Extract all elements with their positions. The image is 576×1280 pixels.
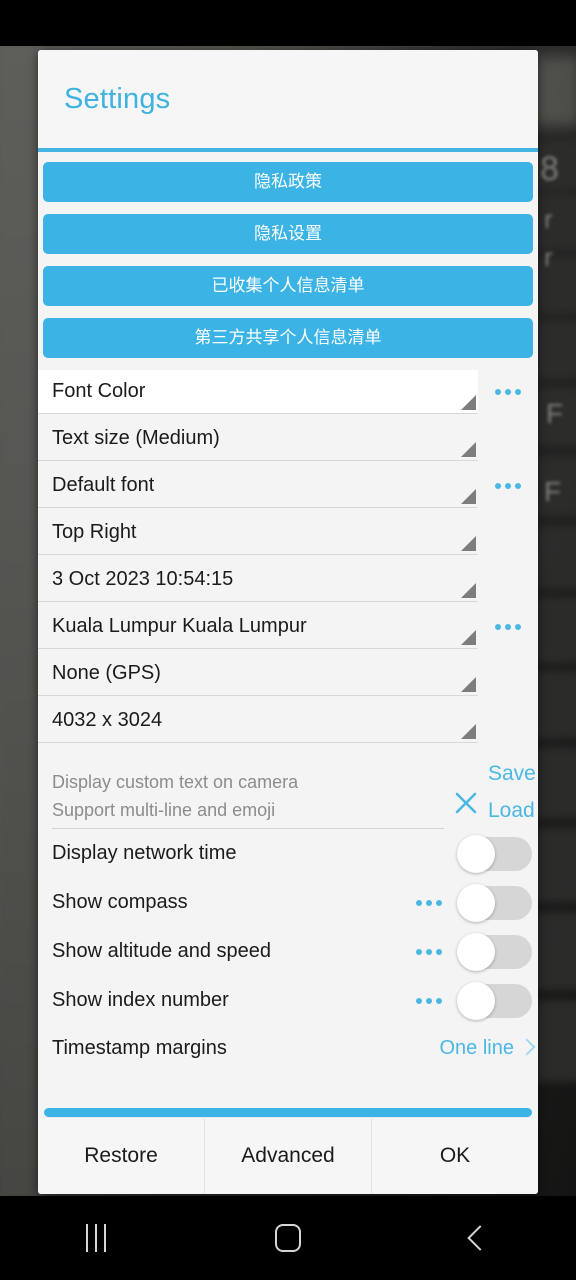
settings-dialog: Settings 隐私政策 隐私设置 已收集个人信息清单 第三方共享个人信息清单… bbox=[38, 50, 538, 1194]
more-options-show-index[interactable] bbox=[400, 976, 458, 1025]
chevron-right-icon bbox=[520, 1037, 534, 1059]
spinner-resolution-value: 4032 x 3024 bbox=[52, 709, 163, 731]
toggle-knob bbox=[457, 883, 495, 922]
privacy-policy-button[interactable]: 隐私政策 bbox=[43, 162, 533, 202]
ok-button[interactable]: OK bbox=[372, 1118, 538, 1194]
spinner-dropdown-icon bbox=[461, 724, 476, 739]
backdrop-glyph: F bbox=[546, 398, 564, 429]
page-title: Settings bbox=[64, 82, 171, 115]
third-party-shared-info-list-button[interactable]: 第三方共享个人信息清单 bbox=[43, 318, 533, 358]
row-timestamp-margins[interactable]: Timestamp margins One line bbox=[38, 1025, 538, 1071]
row-text-size: Text size (Medium) bbox=[38, 417, 538, 461]
backdrop-glyph: 8 bbox=[540, 150, 559, 188]
more-options-location[interactable] bbox=[478, 605, 538, 649]
row-font-family: Default font bbox=[38, 464, 538, 508]
spinner-position[interactable]: Top Right bbox=[38, 511, 478, 555]
spinner-dropdown-icon bbox=[461, 630, 476, 645]
row-resolution: 4032 x 3024 bbox=[38, 699, 538, 743]
toggle-show-index-number[interactable] bbox=[457, 981, 532, 1020]
spinner-font-family[interactable]: Default font bbox=[38, 464, 478, 508]
nav-home-button[interactable] bbox=[192, 1196, 384, 1280]
save-load-group: Save Load bbox=[488, 755, 538, 829]
phone-screen: 8 r r F F Settings 隐私政策 隐私设置 已收集个人信息清单 第… bbox=[0, 0, 576, 1280]
spinner-coordinates-value: None (GPS) bbox=[52, 662, 161, 684]
spinner-resolution[interactable]: 4032 x 3024 bbox=[38, 699, 478, 743]
spinner-coordinates[interactable]: None (GPS) bbox=[38, 652, 478, 696]
custom-text-placeholder-line2: Support multi-line and emoji bbox=[52, 800, 276, 820]
spinner-dropdown-icon bbox=[461, 677, 476, 692]
toggle-knob bbox=[457, 932, 495, 971]
spinner-text-size[interactable]: Text size (Medium) bbox=[38, 417, 478, 461]
spinner-position-value: Top Right bbox=[52, 521, 137, 543]
row-show-index-number[interactable]: Show index number bbox=[38, 976, 538, 1025]
toggle-show-compass[interactable] bbox=[457, 883, 532, 922]
dialog-title-bar: Settings bbox=[38, 50, 538, 148]
row-display-network-time[interactable]: Display network time bbox=[38, 829, 538, 878]
back-icon bbox=[467, 1225, 493, 1251]
backdrop-glyph: r bbox=[544, 204, 553, 234]
toggle-display-network-time[interactable] bbox=[457, 834, 532, 873]
timestamp-margins-label: Timestamp margins bbox=[52, 1036, 227, 1059]
row-datetime: 3 Oct 2023 10:54:15 bbox=[38, 558, 538, 602]
backdrop-glyph: r bbox=[544, 242, 553, 272]
save-button[interactable]: Save bbox=[488, 755, 536, 792]
show-altitude-and-speed-label: Show altitude and speed bbox=[52, 940, 272, 962]
spinner-dropdown-icon bbox=[461, 536, 476, 551]
display-network-time-label: Display network time bbox=[52, 842, 237, 864]
timestamp-margins-value: One line bbox=[439, 1036, 515, 1059]
spinner-dropdown-icon bbox=[461, 489, 476, 504]
spinner-location[interactable]: Kuala Lumpur Kuala Lumpur bbox=[38, 605, 478, 649]
spinner-font-family-value: Default font bbox=[52, 474, 155, 496]
row-location: Kuala Lumpur Kuala Lumpur bbox=[38, 605, 538, 649]
spinner-datetime[interactable]: 3 Oct 2023 10:54:15 bbox=[38, 558, 478, 602]
android-navigation-bar bbox=[0, 1196, 576, 1280]
dialog-body: 隐私政策 隐私设置 已收集个人信息清单 第三方共享个人信息清单 Font Col… bbox=[38, 152, 538, 1108]
dialog-footer: Restore Advanced OK bbox=[38, 1117, 538, 1194]
advanced-button[interactable]: Advanced bbox=[205, 1118, 371, 1194]
spinner-dropdown-icon bbox=[461, 395, 476, 410]
more-options-font-family[interactable] bbox=[478, 464, 538, 508]
row-coordinates: None (GPS) bbox=[38, 652, 538, 696]
more-options-show-compass[interactable] bbox=[400, 878, 458, 927]
toggle-knob bbox=[457, 834, 495, 873]
load-button[interactable]: Load bbox=[488, 792, 535, 829]
spinner-location-value: Kuala Lumpur Kuala Lumpur bbox=[52, 615, 307, 637]
spinner-font-color[interactable]: Font Color bbox=[38, 370, 478, 414]
nav-recents-button[interactable] bbox=[0, 1196, 192, 1280]
row-show-compass[interactable]: Show compass bbox=[38, 878, 538, 927]
row-custom-text: Display custom text on camera Support mu… bbox=[38, 755, 538, 829]
more-options-font-color[interactable] bbox=[478, 370, 538, 414]
restore-button[interactable]: Restore bbox=[38, 1118, 204, 1194]
more-options-show-altitude[interactable] bbox=[400, 927, 458, 976]
spinner-font-color-value: Font Color bbox=[52, 380, 146, 402]
row-show-altitude-and-speed[interactable]: Show altitude and speed bbox=[38, 927, 538, 976]
spinner-text-size-value: Text size (Medium) bbox=[52, 427, 220, 449]
custom-text-placeholder-line1: Display custom text on camera bbox=[52, 772, 299, 792]
spinner-datetime-value: 3 Oct 2023 10:54:15 bbox=[52, 568, 234, 590]
custom-text-input[interactable]: Display custom text on camera Support mu… bbox=[52, 768, 444, 829]
toggle-knob bbox=[457, 981, 495, 1020]
scroll-indicator[interactable] bbox=[44, 1108, 532, 1117]
row-position: Top Right bbox=[38, 511, 538, 555]
clear-icon[interactable] bbox=[444, 777, 488, 829]
nav-back-button[interactable] bbox=[384, 1196, 576, 1280]
home-icon bbox=[275, 1224, 301, 1252]
recents-icon bbox=[86, 1224, 106, 1252]
toggle-show-altitude-and-speed[interactable] bbox=[457, 932, 532, 971]
collected-personal-info-list-button[interactable]: 已收集个人信息清单 bbox=[43, 266, 533, 306]
spinner-dropdown-icon bbox=[461, 442, 476, 457]
backdrop-glyph: F bbox=[544, 476, 562, 507]
spinner-dropdown-icon bbox=[461, 583, 476, 598]
row-font-color: Font Color bbox=[38, 370, 538, 414]
privacy-settings-button[interactable]: 隐私设置 bbox=[43, 214, 533, 254]
show-index-number-label: Show index number bbox=[52, 989, 229, 1011]
show-compass-label: Show compass bbox=[52, 891, 188, 913]
